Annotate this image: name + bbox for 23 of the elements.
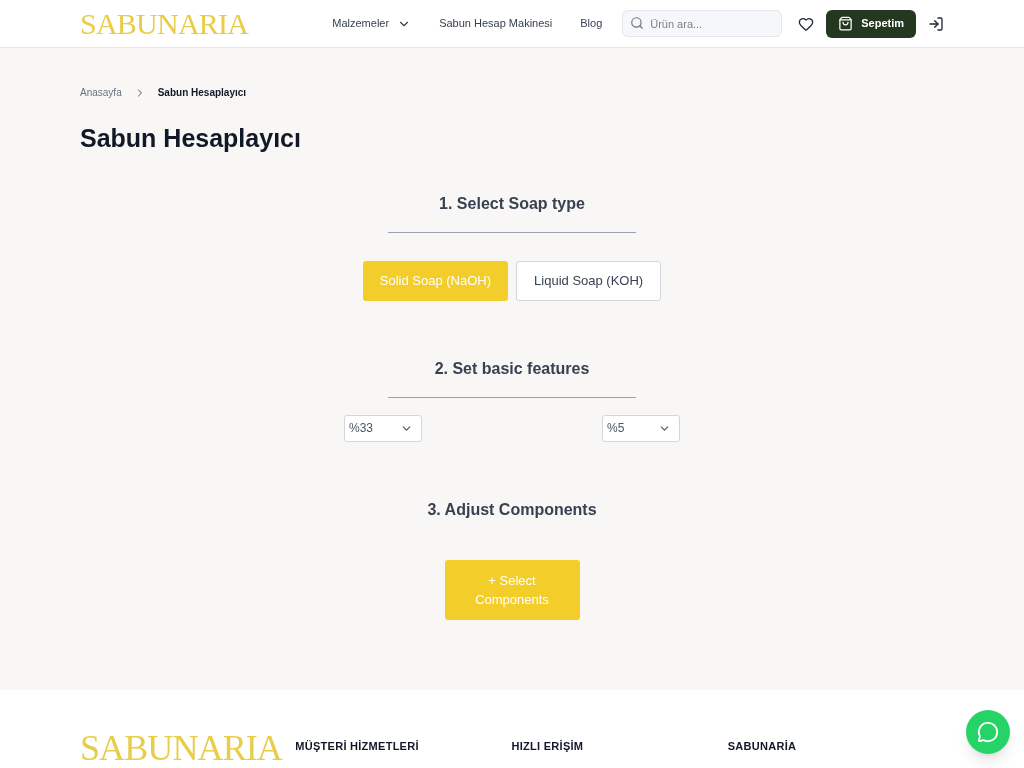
percent-select[interactable]: %33 bbox=[344, 414, 422, 442]
nav-link[interactable]: Blog bbox=[580, 15, 603, 32]
footer-heading: HIZLI ERİŞİM bbox=[511, 739, 585, 754]
cart-button[interactable]: Sepetim bbox=[826, 9, 916, 38]
footer-heading: MÜŞTERİ HİZMETLERİ bbox=[295, 739, 420, 754]
breadcrumb-link[interactable]: Anasayfa bbox=[80, 85, 122, 100]
heart-icon[interactable] bbox=[798, 15, 815, 32]
shopping-bag-icon bbox=[838, 16, 854, 31]
section-heading: 2. Set basic features bbox=[434, 358, 590, 379]
nav-link[interactable]: Malzemeler bbox=[332, 15, 412, 32]
chat-icon bbox=[977, 721, 999, 743]
soap-type-button[interactable]: Liquid Soap (KOH) bbox=[516, 260, 662, 301]
search-icon bbox=[630, 16, 645, 30]
footer-logo: SABUNARIA bbox=[80, 730, 284, 768]
section-heading: 3. Adjust Components bbox=[427, 499, 597, 520]
section-heading: 1. Select Soap type bbox=[439, 193, 585, 214]
nav-link[interactable]: Sabun Hesap Makinesi bbox=[439, 15, 553, 32]
page-title: Sabun Hesaplayıcı bbox=[80, 123, 302, 154]
footer-heading: SABUNARİA bbox=[727, 739, 798, 754]
percent-select[interactable]: %5 bbox=[602, 414, 680, 442]
breadcrumb-link[interactable]: Sabun Hesaplayıcı bbox=[157, 85, 247, 100]
login-icon[interactable] bbox=[928, 15, 944, 32]
search-field[interactable]: Ürün ara... bbox=[622, 10, 783, 37]
